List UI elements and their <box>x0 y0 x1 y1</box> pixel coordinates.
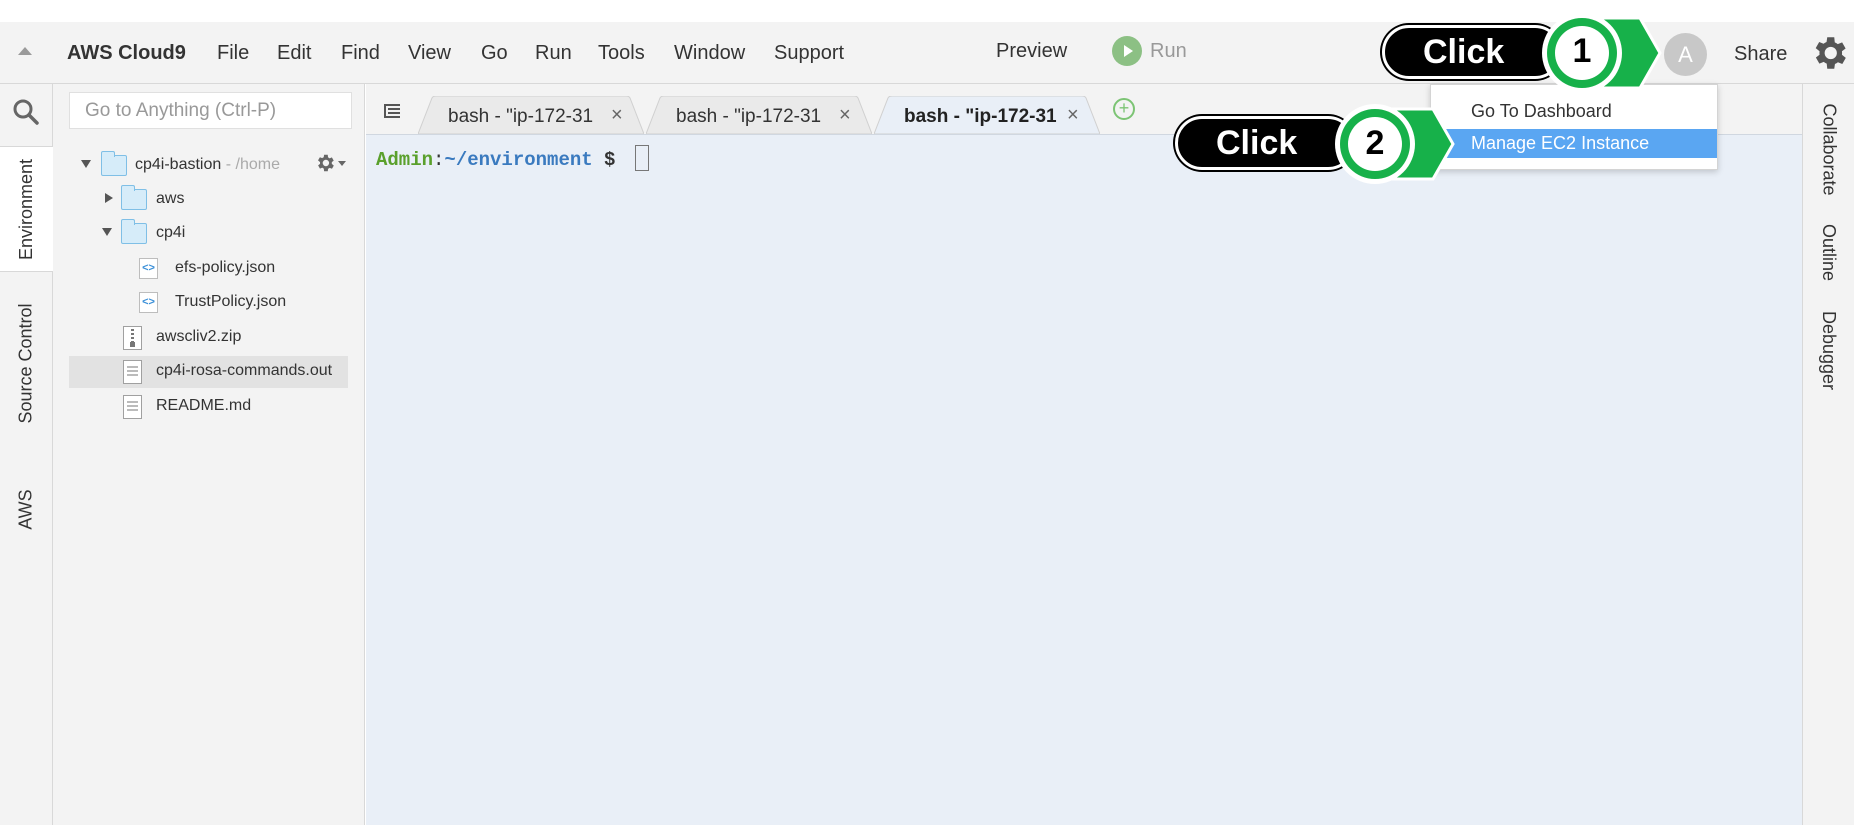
collapse-menu-icon[interactable] <box>18 47 32 55</box>
terminal-prompt: Admin:~/environment $ <box>376 145 649 171</box>
tab-debugger[interactable]: Debugger <box>1803 300 1854 400</box>
tree-item-label: cp4i <box>156 224 186 241</box>
editor-tab[interactable]: bash - "ip-172-31 × <box>646 96 872 134</box>
editor-tab-label: bash - "ip-172-31 <box>448 106 594 127</box>
tree-item-readme[interactable]: README.md <box>69 391 348 423</box>
tab-outline-label: Outline <box>1819 223 1840 281</box>
annotation-step-number: 1 <box>1572 32 1592 70</box>
tree-settings-button[interactable] <box>314 152 346 174</box>
terminal-cursor <box>634 145 649 171</box>
menu-edit[interactable]: Edit <box>277 42 311 65</box>
right-panel-strip: Collaborate Outline Debugger <box>1802 84 1854 825</box>
share-button[interactable]: Share <box>1734 43 1787 66</box>
prompt-dollar: $ <box>592 149 627 171</box>
go-to-anything-input[interactable] <box>69 92 352 129</box>
close-icon[interactable]: × <box>611 104 623 127</box>
menu-view[interactable]: View <box>408 42 451 65</box>
json-file-icon: <> <box>139 292 158 313</box>
tree-item-trust-policy[interactable]: <> TrustPolicy.json <box>69 287 348 319</box>
folder-icon <box>121 185 147 210</box>
menu-find[interactable]: Find <box>341 42 380 65</box>
close-icon[interactable]: × <box>839 104 851 127</box>
menu-file[interactable]: File <box>217 42 249 65</box>
tab-list-icon[interactable] <box>382 104 402 118</box>
json-file-icon: <> <box>139 258 158 279</box>
go-to-dashboard-item[interactable]: Go To Dashboard <box>1431 97 1717 126</box>
tab-environment[interactable]: Environment <box>0 146 54 272</box>
add-tab-icon[interactable]: + <box>1113 98 1135 120</box>
zip-file-icon <box>123 326 142 350</box>
terminal-pane[interactable]: Admin:~/environment $ <box>366 134 1802 825</box>
tree-item-awscliv2-zip[interactable]: awscliv2.zip <box>69 322 348 354</box>
search-icon[interactable] <box>12 98 40 126</box>
caret-down-icon[interactable] <box>102 228 112 236</box>
file-icon <box>123 360 142 384</box>
chevron-down-icon <box>338 160 346 166</box>
tree-item-efs-policy[interactable]: <> efs-policy.json <box>69 253 348 285</box>
caret-right-icon[interactable] <box>105 193 113 203</box>
tab-debugger-label: Debugger <box>1819 310 1840 390</box>
menu-run[interactable]: Run <box>535 42 572 65</box>
tab-collaborate[interactable]: Collaborate <box>1803 94 1854 204</box>
tree-item-label: cp4i-rosa-commands.out <box>156 362 333 379</box>
close-icon[interactable]: × <box>1067 104 1079 127</box>
file-icon <box>123 395 142 419</box>
preview-button[interactable]: Preview <box>996 40 1067 63</box>
tab-outline[interactable]: Outline <box>1803 212 1854 292</box>
prompt-path: ~/environment <box>444 149 593 171</box>
prompt-user: Admin <box>376 149 434 171</box>
editor-tab[interactable]: bash - "ip-172-31 × <box>418 96 644 134</box>
menu-tools[interactable]: Tools <box>598 42 645 65</box>
run-button[interactable]: Run <box>1112 36 1187 66</box>
tab-environment-label: Environment <box>16 158 37 260</box>
user-avatar[interactable]: A <box>1664 33 1707 76</box>
tree-item-label: aws <box>156 190 185 207</box>
folder-icon <box>121 219 147 244</box>
editor-tab-label: bash - "ip-172-31 <box>676 106 822 127</box>
tree-root[interactable]: cp4i-bastion - /home <box>69 150 348 182</box>
tab-aws[interactable]: AWS <box>0 454 53 564</box>
editor-tab-label: bash - "ip-172-31 <box>904 106 1057 127</box>
left-panel-strip: Environment Source Control AWS <box>0 84 54 825</box>
tree-root-label: cp4i-bastion - /home <box>135 156 280 173</box>
menu-go[interactable]: Go <box>481 42 508 65</box>
folder-icon <box>101 151 127 176</box>
prompt-colon: : <box>433 149 445 171</box>
tree-item-label: TrustPolicy.json <box>175 293 287 310</box>
tab-source-control[interactable]: Source Control <box>0 280 53 446</box>
brand-menu[interactable]: AWS Cloud9 <box>67 42 186 65</box>
annotation-step-number: 2 <box>1365 124 1385 162</box>
tab-collaborate-label: Collaborate <box>1819 102 1840 196</box>
tree-item-label: README.md <box>156 397 252 414</box>
play-icon <box>1112 36 1142 66</box>
tree-item-cp4i[interactable]: cp4i <box>69 218 348 250</box>
gear-icon[interactable] <box>1808 32 1850 74</box>
tab-source-control-label: Source Control <box>16 302 36 424</box>
gear-icon <box>318 154 334 172</box>
tab-aws-label: AWS <box>16 488 36 530</box>
run-label: Run <box>1150 39 1187 62</box>
tree-item-aws[interactable]: aws <box>69 184 348 216</box>
caret-down-icon[interactable] <box>81 160 91 168</box>
editor-tab-active[interactable]: bash - "ip-172-31 × <box>874 96 1100 134</box>
annotation-step-2: Click 2 <box>1175 104 1455 184</box>
environment-panel: cp4i-bastion - /home aws cp4i <> efs-pol… <box>53 84 365 825</box>
tree-item-rosa-commands[interactable]: cp4i-rosa-commands.out <box>69 356 348 388</box>
tree-item-label: efs-policy.json <box>175 259 276 276</box>
menu-window[interactable]: Window <box>674 42 745 65</box>
tree-item-label: awscliv2.zip <box>156 328 242 345</box>
manage-ec2-instance-item[interactable]: Manage EC2 Instance <box>1431 129 1717 158</box>
menu-support[interactable]: Support <box>774 42 844 65</box>
annotation-step-1: Click 1 <box>1382 13 1662 93</box>
